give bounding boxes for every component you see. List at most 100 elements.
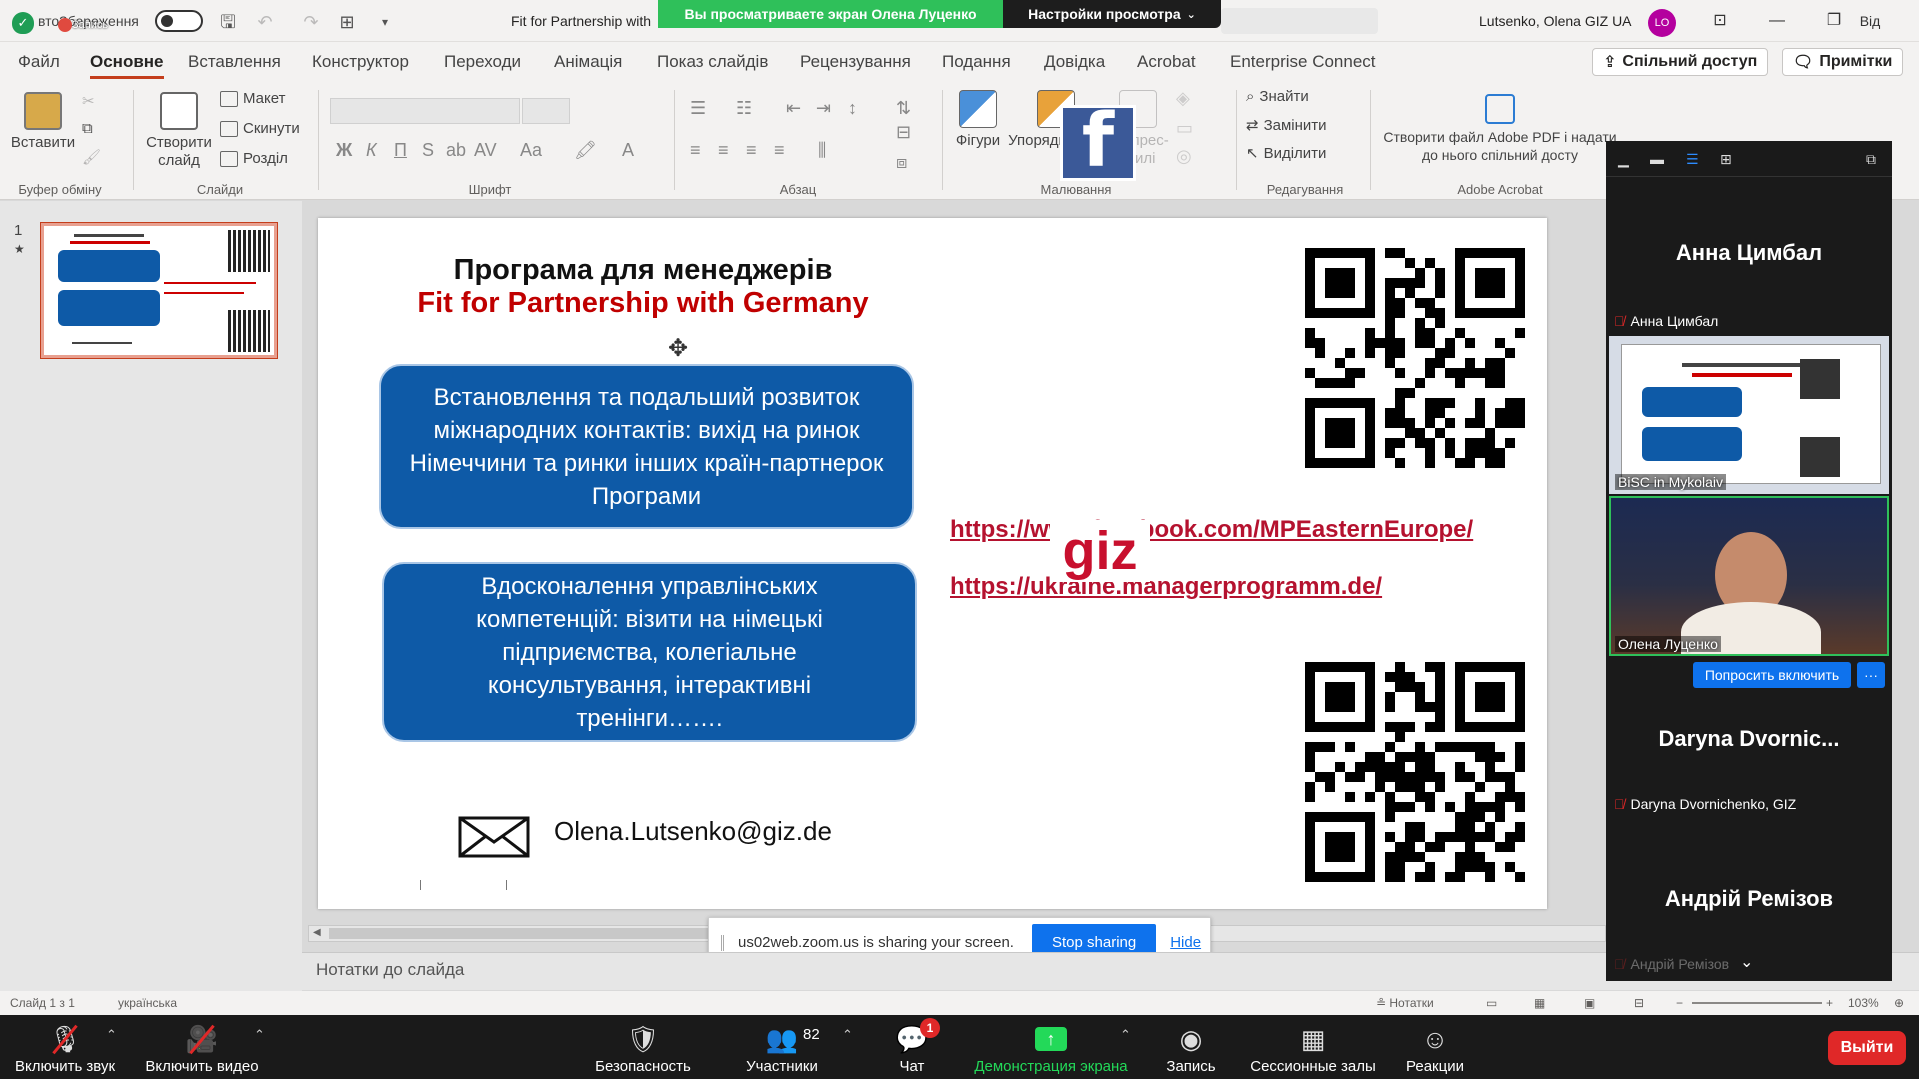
language-indicator[interactable]: українська	[118, 996, 177, 1010]
comments-button[interactable]: 🗨 Примітки	[1782, 48, 1904, 76]
facebook-link[interactable]: https://www.facebook.com/MPEasternEurope…	[950, 516, 1473, 544]
share-options-chevron-icon[interactable]: ⌃	[1120, 1027, 1131, 1043]
new-slide-button[interactable]: Створити слайд	[142, 92, 216, 170]
content-box-competencies[interactable]: Вдосконалення управлінських компетенцій:…	[382, 562, 917, 742]
font-size-select[interactable]	[522, 98, 570, 124]
notes-placeholder[interactable]: Нотатки до слайда	[316, 960, 464, 980]
tab-acrobat[interactable]: Acrobat	[1137, 42, 1196, 82]
spacing-icon[interactable]: AV	[474, 140, 497, 161]
normal-view-icon[interactable]: ▭	[1486, 996, 1497, 1010]
participant-video-tile[interactable]: BiSC in Mykolaiv	[1609, 336, 1889, 494]
ribbon-display-icon[interactable]: ⊡	[1706, 10, 1734, 32]
align-right-icon[interactable]: ≡	[746, 140, 757, 161]
scroll-down-chevron-icon[interactable]: ⌄	[1740, 952, 1753, 972]
undo-icon[interactable]: ↶	[254, 12, 276, 32]
reading-view-icon[interactable]: ▣	[1584, 996, 1595, 1010]
paste-button[interactable]: Вставити	[8, 92, 78, 152]
tab-help[interactable]: Довідка	[1044, 42, 1105, 82]
shape-outline-icon[interactable]: ▭	[1176, 118, 1193, 139]
qr-code-facebook-icon[interactable]	[1305, 248, 1525, 468]
section-button[interactable]: Розділ	[220, 150, 288, 167]
smartart-icon[interactable]: ⧈	[896, 152, 907, 173]
font-name-select[interactable]	[330, 98, 520, 124]
fit-slide-icon[interactable]: ⊕	[1894, 996, 1904, 1010]
gallery-view-icon[interactable]: ⊞	[1720, 151, 1738, 167]
strikethrough-icon[interactable]: S	[422, 140, 434, 161]
tab-home[interactable]: Основне	[90, 42, 164, 82]
share-screen-button[interactable]: ↑ Демонстрация экрана	[966, 1015, 1136, 1079]
notes-toggle[interactable]: ≗ Нотатки	[1376, 996, 1434, 1010]
customize-quick-access-icon[interactable]: ▾	[374, 12, 396, 32]
restore-icon[interactable]: ❐	[1820, 10, 1848, 32]
breakout-rooms-button[interactable]: ▦ Сессионные залы	[1248, 1015, 1378, 1079]
contact-email[interactable]: Olena.Lutsenko@giz.de	[554, 816, 832, 847]
reactions-button[interactable]: ☺ Реакции	[1400, 1015, 1470, 1079]
select-button[interactable]: ↖ Виділити	[1246, 144, 1326, 163]
align-left-icon[interactable]: ≡	[690, 140, 701, 161]
zoom-slider[interactable]	[1692, 1002, 1822, 1004]
tab-enterprise-connect[interactable]: Enterprise Connect	[1230, 42, 1376, 82]
participants-button[interactable]: 👥 Участники	[730, 1015, 834, 1079]
present-icon[interactable]: ⊞	[336, 12, 358, 32]
qr-code-giz-icon[interactable]	[1305, 662, 1525, 882]
shadow-icon[interactable]: ab	[446, 140, 466, 161]
text-direction-icon[interactable]: ⇅	[896, 98, 911, 119]
numbering-icon[interactable]: ☷	[736, 98, 752, 119]
participant-video-tile-active[interactable]: Олена Луценко	[1609, 496, 1889, 656]
align-center-icon[interactable]: ≡	[718, 140, 729, 161]
slide-thumbnail[interactable]	[40, 222, 278, 359]
change-case-icon[interactable]: Aa	[520, 140, 542, 161]
more-options-button[interactable]: ···	[1857, 662, 1885, 688]
adobe-create-pdf-button[interactable]: Створити файл Adobe PDF і надати до ньог…	[1380, 94, 1620, 164]
hide-button[interactable]: Hide	[1170, 934, 1201, 951]
scroll-left-icon[interactable]: ◀	[313, 927, 321, 938]
justify-icon[interactable]: ≡	[774, 140, 785, 161]
tab-review[interactable]: Рецензування	[800, 42, 911, 82]
search-input[interactable]	[1221, 8, 1378, 34]
tab-file[interactable]: Файл	[18, 42, 60, 82]
italic-icon[interactable]: К	[366, 140, 377, 161]
slide-subtitle[interactable]: Fit for Partnership with Germany	[318, 287, 968, 320]
slide-title[interactable]: Програма для менеджерів	[318, 254, 968, 287]
participants-chevron-icon[interactable]: ⌃	[842, 1027, 853, 1043]
align-text-icon[interactable]: ⊟	[896, 122, 911, 143]
bold-icon[interactable]: Ж	[336, 140, 352, 161]
shapes-button[interactable]: Фігури	[950, 90, 1006, 150]
layout-button[interactable]: Макет	[220, 90, 285, 107]
leave-meeting-button[interactable]: Выйти	[1828, 1031, 1906, 1065]
highlight-icon[interactable]: 🖍	[574, 140, 597, 161]
avatar[interactable]: LO	[1648, 9, 1676, 37]
minimize-panel-icon[interactable]: ▁	[1618, 151, 1636, 167]
tab-insert[interactable]: Вставлення	[188, 42, 281, 82]
share-button[interactable]: ⇪ Спільний доступ	[1592, 48, 1769, 76]
record-button[interactable]: ◉ Запись	[1156, 1015, 1226, 1079]
find-button[interactable]: ⌕ Знайти	[1246, 88, 1309, 105]
tab-view[interactable]: Подання	[942, 42, 1011, 82]
single-view-icon[interactable]: ▬	[1650, 151, 1668, 167]
bullets-icon[interactable]: ☰	[690, 98, 706, 119]
zoom-out-icon[interactable]: −	[1676, 996, 1683, 1010]
pop-out-panel-icon[interactable]: ⧉	[1866, 151, 1884, 167]
tab-slideshow[interactable]: Показ слайдів	[657, 42, 768, 82]
line-spacing-icon[interactable]: ↕	[848, 98, 857, 119]
tab-design[interactable]: Конструктор	[312, 42, 409, 82]
autosave-toggle[interactable]	[155, 10, 203, 32]
video-options-chevron-icon[interactable]: ⌃	[254, 1027, 265, 1043]
outdent-icon[interactable]: ⇥	[816, 98, 831, 119]
reset-button[interactable]: Скинути	[220, 120, 300, 137]
content-box-contacts[interactable]: Встановлення та подальший розвиток міжна…	[379, 364, 914, 529]
indent-icon[interactable]: ⇤	[786, 98, 801, 119]
slide-sorter-icon[interactable]: ▦	[1534, 996, 1545, 1010]
zoom-in-icon[interactable]: +	[1826, 996, 1833, 1010]
drag-handle-icon[interactable]	[721, 934, 724, 951]
underline-icon[interactable]: П	[394, 140, 407, 161]
minimize-icon[interactable]: —	[1763, 10, 1791, 32]
copy-icon[interactable]: ⧉	[82, 120, 93, 137]
strip-view-icon[interactable]: ☰	[1686, 151, 1704, 167]
tab-animation[interactable]: Анімація	[554, 42, 622, 82]
slideshow-view-icon[interactable]: ⊟	[1634, 996, 1644, 1010]
font-color-icon[interactable]: A	[622, 140, 634, 161]
tab-transitions[interactable]: Переходи	[444, 42, 521, 82]
replace-button[interactable]: ⇄ Замінити	[1246, 116, 1327, 135]
unmute-button[interactable]: 🎙 Включить звук	[10, 1015, 120, 1079]
